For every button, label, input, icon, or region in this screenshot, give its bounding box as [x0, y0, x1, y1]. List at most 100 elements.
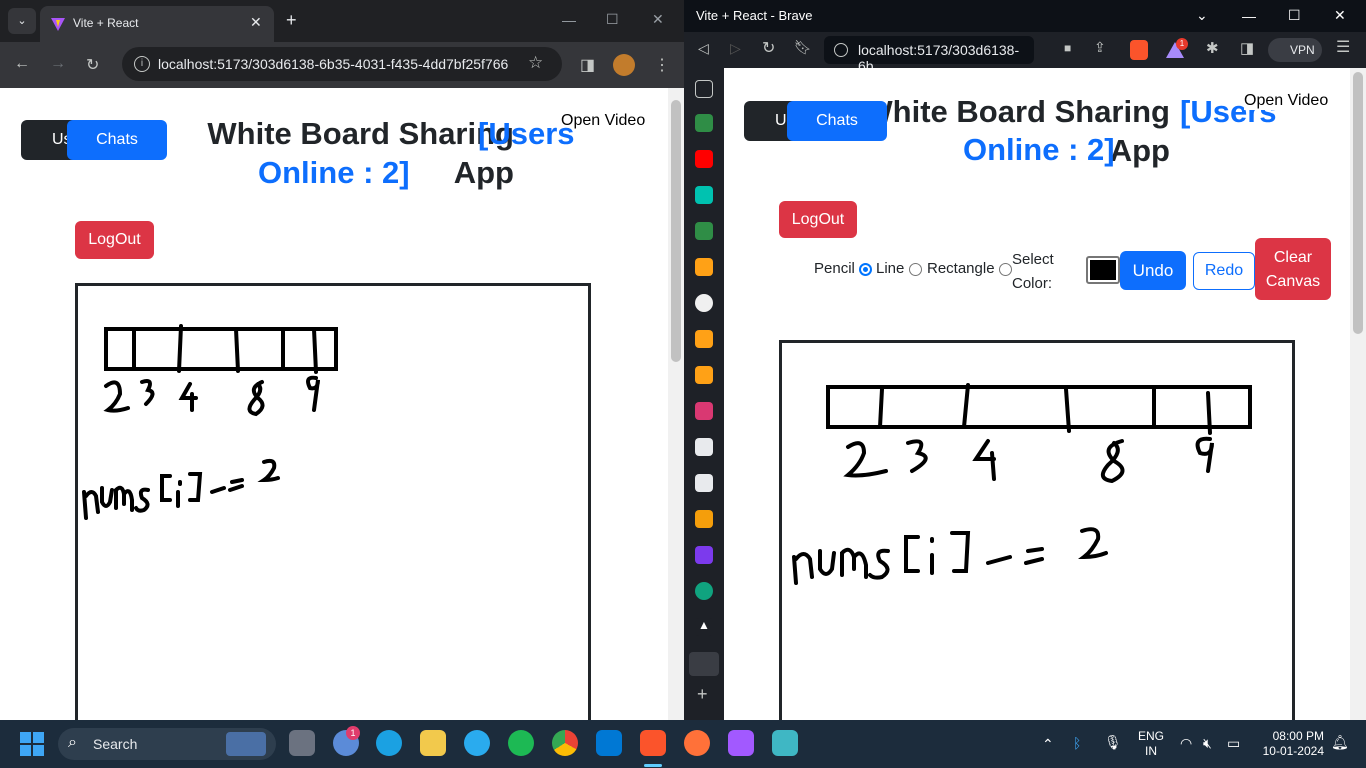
profile-avatar[interactable]: [613, 54, 635, 76]
volume-muted-icon[interactable]: 🔇︎: [1203, 735, 1212, 752]
reload-icon[interactable]: ↻: [86, 55, 99, 75]
clock[interactable]: 08:00 PM 10-01-2024: [1258, 729, 1324, 759]
file-explorer-icon[interactable]: [420, 730, 446, 756]
reload-icon[interactable]: ↻: [762, 38, 775, 58]
task-view-icon[interactable]: [289, 730, 315, 756]
close-window-icon[interactable]: ✕: [652, 11, 664, 28]
github-icon[interactable]: [695, 294, 713, 312]
editor-icon[interactable]: [695, 438, 713, 456]
page-content: Users White Board Sharing App [Users Onl…: [724, 68, 1350, 720]
bolt-icon[interactable]: [695, 546, 713, 564]
forward-icon[interactable]: →: [50, 55, 66, 73]
color-picker[interactable]: [1086, 256, 1120, 284]
leetcode-icon-3[interactable]: [695, 366, 713, 384]
start-windows-icon[interactable]: [20, 732, 44, 756]
open-video-link[interactable]: Open Video: [561, 112, 645, 130]
tool-pencil: Pencil: [814, 260, 873, 277]
geeksforgeeks-icon[interactable]: [695, 114, 713, 132]
whiteboard-canvas[interactable]: [75, 283, 591, 720]
maximize-icon[interactable]: ☐: [1288, 7, 1301, 24]
vpn-button[interactable]: VPN: [1268, 38, 1322, 62]
undo-button[interactable]: Undo: [1120, 251, 1186, 290]
search-highlight-icon: [226, 732, 266, 756]
figma-icon[interactable]: [728, 730, 754, 756]
tab-close-icon[interactable]: ✕: [250, 14, 262, 31]
forward-icon[interactable]: ▷: [730, 40, 741, 57]
site-info-icon[interactable]: i: [134, 56, 150, 72]
geeksforgeeks-icon-2[interactable]: [695, 222, 713, 240]
edge-icon[interactable]: [376, 730, 402, 756]
wallet-icon[interactable]: [695, 510, 713, 528]
telegram-icon[interactable]: [464, 730, 490, 756]
editor-icon-2[interactable]: [695, 474, 713, 492]
share-icon[interactable]: ⇪: [1094, 39, 1106, 56]
notification-bell-icon[interactable]: 🔔︎: [1331, 734, 1349, 751]
notepad-icon[interactable]: [772, 730, 798, 756]
bookmark-star-icon[interactable]: ☆: [528, 53, 543, 73]
tray-overflow-icon[interactable]: ⌃: [1042, 736, 1054, 753]
line-radio[interactable]: [908, 262, 922, 276]
extensions-icon[interactable]: ✱: [1206, 39, 1219, 57]
window-titlebar: Vite + React - Brave ⌄ — ☐ ✕: [684, 0, 1366, 32]
triangle-icon[interactable]: ▲: [695, 618, 713, 636]
bookmark-icon[interactable]: 🔖︎: [794, 39, 812, 56]
bluetooth-icon[interactable]: ᛒ: [1073, 735, 1081, 751]
chats-button[interactable]: Chats: [67, 120, 167, 160]
app-m-icon[interactable]: [695, 402, 713, 420]
youtube-icon[interactable]: [695, 150, 713, 168]
close-window-icon[interactable]: ✕: [1334, 7, 1346, 24]
chatgpt-icon[interactable]: [695, 582, 713, 600]
minimize-icon[interactable]: —: [1242, 8, 1256, 24]
brave-icon[interactable]: [640, 730, 666, 756]
whiteboard-canvas[interactable]: [779, 340, 1295, 720]
postman-icon[interactable]: [684, 730, 710, 756]
site-info-icon[interactable]: [834, 43, 848, 57]
rectangle-radio[interactable]: [998, 262, 1012, 276]
address-bar[interactable]: localhost:5173/303d6138-6b...: [824, 36, 1034, 74]
tab-strip: ⌄ Vite + React ✕ + — ☐ ✕: [0, 0, 684, 42]
leetcode-icon[interactable]: [695, 258, 713, 276]
tab-list-icon[interactable]: ⌄: [1196, 7, 1208, 24]
scrollbar-thumb[interactable]: [1353, 72, 1363, 334]
vite-tab-icon[interactable]: [689, 652, 719, 676]
tool-line: Line: [876, 260, 922, 277]
scrollbar-thumb[interactable]: [671, 100, 681, 362]
browser-tab[interactable]: Vite + React ✕: [40, 6, 274, 42]
wifi-icon[interactable]: ◠: [1180, 735, 1192, 752]
taskbar-search[interactable]: ⌕ Search: [58, 728, 276, 760]
camera-icon[interactable]: ■: [1064, 41, 1071, 55]
maximize-icon[interactable]: ☐: [606, 11, 619, 28]
chrome-icon[interactable]: [552, 730, 578, 756]
browser-toolbar: ◁ ▷ ↻ 🔖︎ localhost:5173/303d6138-6b... ■…: [684, 32, 1366, 74]
logout-button[interactable]: LogOut: [75, 221, 154, 259]
minimize-icon[interactable]: —: [562, 12, 576, 28]
sidebar-toggle-icon[interactable]: ◨: [1240, 39, 1254, 57]
brave-shields-icon[interactable]: [1130, 40, 1148, 60]
browser-toolbar: ← → ↻ i localhost:5173/303d6138-6b35-403…: [0, 42, 684, 88]
language-indicator[interactable]: ENG IN: [1138, 729, 1164, 759]
side-panel-icon[interactable]: ◨: [580, 55, 595, 75]
address-bar[interactable]: i localhost:5173/303d6138-6b35-4031-f435…: [122, 47, 562, 81]
menu-icon[interactable]: ☰: [1336, 37, 1350, 57]
add-panel-icon[interactable]: +: [697, 684, 708, 705]
notion-like-icon[interactable]: [695, 186, 713, 204]
users-online-label-end: Online : 2]: [258, 155, 410, 190]
new-tab-icon[interactable]: +: [286, 10, 297, 31]
pencil-radio[interactable]: [859, 262, 873, 276]
tab-search-button[interactable]: ⌄: [8, 8, 36, 34]
redo-button[interactable]: Redo: [1193, 252, 1255, 290]
microphone-icon[interactable]: 🎙︎: [1104, 734, 1122, 751]
vite-icon: [50, 16, 66, 32]
spotify-icon[interactable]: [508, 730, 534, 756]
back-icon[interactable]: ←: [14, 55, 30, 73]
open-video-link[interactable]: Open Video: [1244, 92, 1329, 110]
menu-icon[interactable]: ⋮: [654, 55, 670, 75]
logout-button[interactable]: LogOut: [779, 201, 857, 238]
battery-icon[interactable]: ▭: [1227, 735, 1240, 752]
sidebar-panel-icon[interactable]: [695, 80, 713, 98]
chats-button[interactable]: Chats: [787, 101, 887, 141]
back-icon[interactable]: ◁: [698, 40, 709, 57]
clear-canvas-button[interactable]: Clear Canvas: [1255, 238, 1331, 300]
leetcode-icon-2[interactable]: [695, 330, 713, 348]
vscode-icon[interactable]: [596, 730, 622, 756]
